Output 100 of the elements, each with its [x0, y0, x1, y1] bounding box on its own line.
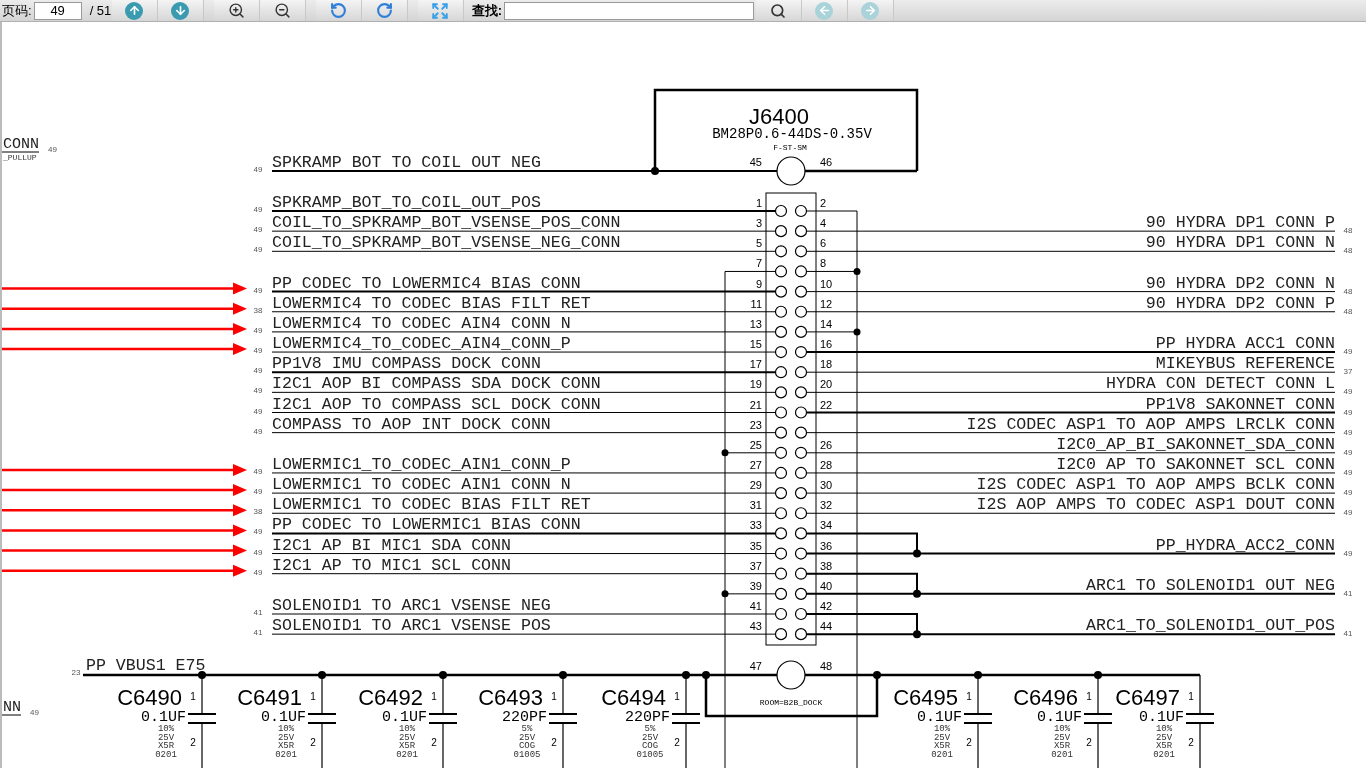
- net-label: I2S AOP AMPS TO CODEC ASP1 DOUT CONN: [976, 495, 1335, 515]
- net-label: PP_HYDRA_ACC2_CONN: [1155, 535, 1335, 555]
- page-reference: 49: [253, 225, 263, 235]
- net-label: 90 HYDRA DP1 CONN P: [1145, 213, 1335, 233]
- part-reference: C6494: [601, 685, 666, 710]
- part-spec: 5%: [521, 724, 533, 734]
- page-label: 页码:: [2, 1, 32, 20]
- pin-number: 42: [820, 600, 833, 612]
- rotate-right-button[interactable]: [361, 0, 408, 21]
- pin-number: 43: [749, 620, 762, 633]
- previous-page-button[interactable]: [111, 0, 158, 21]
- part-spec: 0201: [1051, 749, 1073, 760]
- part-value: 0.1UF: [382, 709, 427, 726]
- net-label: SOLENOID1 TO ARC1 VSENSE NEG: [272, 596, 551, 615]
- part-spec: 10%: [933, 724, 951, 734]
- net-label: HYDRA CON DETECT CONN L: [1105, 374, 1335, 394]
- search-button[interactable]: [755, 0, 802, 21]
- page-reference: 49: [1343, 407, 1353, 417]
- part-reference: C6495: [893, 685, 958, 710]
- page-reference: 37: [1343, 367, 1353, 377]
- page-reference: 49: [253, 487, 263, 497]
- net-label: I2S CODEC ASP1 TO AOP AMPS LRCLK CONN: [966, 414, 1335, 434]
- search-field[interactable]: [503, 1, 754, 20]
- part-spec: COG: [641, 741, 659, 751]
- net-label: LOWERMIC4_TO_CODEC_AIN4_CONN_P: [272, 334, 571, 354]
- part-spec: 10%: [398, 724, 416, 734]
- page-reference: 49: [1343, 508, 1353, 518]
- pin-number: 31: [749, 499, 762, 512]
- zoom-out-icon: [273, 2, 291, 19]
- net-label: CONN: [2, 136, 40, 153]
- page-reference: 48: [1343, 286, 1353, 296]
- net-label: LOWERMIC4 TO CODEC BIAS FILT RET: [272, 293, 591, 313]
- part-spec: COG: [518, 741, 536, 751]
- net-label: 90 HYDRA DP2 CONN P: [1145, 293, 1335, 313]
- pin-number: 29: [749, 479, 762, 492]
- pin-number: 35: [749, 539, 762, 552]
- page-reference: 49: [1343, 387, 1353, 397]
- part-spec: X5R: [1053, 741, 1071, 751]
- pin-number: 26: [820, 438, 833, 451]
- pin-number: 1: [1086, 691, 1092, 702]
- net-label: ARC1_TO_SOLENOID1_OUT_POS: [1086, 616, 1335, 636]
- part-spec: 0201: [275, 749, 297, 760]
- pin-number: 28: [820, 458, 833, 471]
- part-value: 220PF: [625, 709, 670, 726]
- part-spec: 25V: [1053, 732, 1071, 743]
- part-spec: X5R: [933, 741, 951, 751]
- page-reference: 41: [253, 628, 263, 638]
- page-field[interactable]: 49: [33, 1, 82, 20]
- room-label: ROOM=B2B_DOCK: [759, 698, 823, 707]
- part-spec: 25V: [1155, 732, 1173, 743]
- part-value: 0.1UF: [1037, 709, 1082, 726]
- fit-page-button[interactable]: [417, 0, 464, 21]
- net-label: I2S CODEC ASP1 TO AOP AMPS BCLK CONN: [976, 475, 1335, 495]
- page-reference: 38: [253, 507, 263, 517]
- pin-number: 46: [820, 156, 833, 168]
- part-spec: 25V: [157, 732, 175, 743]
- part-reference: C6497: [1115, 685, 1180, 710]
- pin-number: 15: [749, 338, 762, 351]
- pin-number: 1: [1188, 691, 1194, 702]
- part-spec: 25V: [277, 732, 295, 743]
- pin-number: 34: [820, 519, 833, 532]
- net-label: PP1V8 SAKONNET CONN: [1145, 394, 1335, 414]
- pin-number: 2: [820, 197, 827, 209]
- net-label: I2C0_AP_BI_SAKONNET_SDA_CONN: [1056, 434, 1335, 454]
- page-reference: 49: [253, 527, 263, 537]
- pin-number: 33: [749, 519, 762, 532]
- arrow-down-icon: [171, 1, 190, 20]
- zoom-in-button[interactable]: [213, 0, 260, 21]
- pin-number: 12: [820, 297, 833, 310]
- page-reference: 49: [48, 145, 57, 154]
- pin-number: 2: [190, 737, 196, 748]
- pin-number: 13: [749, 317, 762, 330]
- net-label: LOWERMIC4 TO CODEC AIN4 CONN N: [272, 313, 571, 333]
- zoom-out-button[interactable]: [259, 0, 306, 21]
- page-reference: 48: [1343, 306, 1353, 316]
- page-reference: 49: [253, 406, 263, 416]
- net-label: LOWERMIC1 TO CODEC AIN1 CONN N: [272, 475, 571, 495]
- pin-number: 21: [749, 398, 762, 411]
- rotate-left-button[interactable]: [315, 0, 362, 21]
- expand-icon: [431, 1, 450, 20]
- pin-number: 2: [431, 737, 437, 748]
- page-reference: 49: [1343, 467, 1353, 477]
- pin-number: 1: [190, 691, 196, 702]
- page-reference: 49: [30, 708, 39, 717]
- pin-number: 2: [674, 737, 680, 748]
- net-label: SPKRAMP BOT TO COIL OUT NEG: [272, 153, 541, 172]
- pin-number: 1: [431, 691, 437, 702]
- next-page-button[interactable]: [157, 0, 204, 21]
- page-reference: 49: [253, 205, 263, 214]
- part-spec: 25V: [641, 732, 659, 743]
- pin-number: 20: [820, 378, 833, 391]
- page-reference: 41: [1343, 629, 1353, 639]
- pin-number: 27: [749, 458, 762, 471]
- pin-number: 8: [820, 257, 827, 270]
- part-value: 220PF: [502, 709, 547, 726]
- part-spec: 10%: [157, 724, 175, 734]
- part-spec: 01005: [513, 749, 541, 760]
- net-label: ARC1 TO SOLENOID1 OUT NEG: [1086, 575, 1335, 595]
- page-reference: 49: [1343, 488, 1353, 498]
- pin-number: 30: [820, 479, 833, 492]
